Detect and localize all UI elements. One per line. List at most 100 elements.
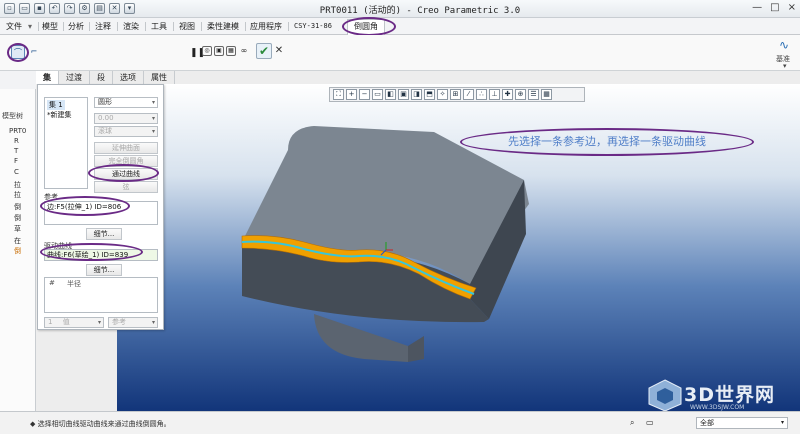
csys-display-icon[interactable]: ⊥ [489, 89, 500, 100]
layers-icon[interactable]: ☰ [528, 89, 539, 100]
boss-side-face [408, 336, 424, 362]
tree-row-csys[interactable]: C [14, 168, 19, 176]
no-preview-icon[interactable]: ◎ [202, 46, 212, 56]
ok-checkmark-icon[interactable]: ✔ [256, 43, 272, 59]
window-title: PRT0011 (活动的) - Creo Parametric 3.0 [319, 6, 521, 16]
datum-plane-display-icon[interactable]: ⊞ [450, 89, 461, 100]
tree-row-datum-right[interactable]: R [14, 137, 19, 145]
cube-logo-icon [648, 379, 682, 412]
tree-row-round-1[interactable]: 倒 [14, 202, 21, 212]
zoom-in-icon[interactable]: + [346, 89, 357, 100]
tab-options[interactable]: 选项 [113, 71, 144, 84]
reference-highlight [40, 196, 130, 216]
windows-icon[interactable]: ▤ [94, 3, 105, 14]
cancel-x-icon[interactable]: ✕ [274, 45, 284, 57]
chevron-down-icon: ▾ [151, 319, 155, 326]
minimize-button[interactable]: — [752, 2, 762, 13]
menu-flexible-modeling[interactable]: 柔性建模 [207, 20, 239, 33]
perspective-icon[interactable]: ⬒ [424, 89, 435, 100]
zoom-out-icon[interactable]: − [359, 89, 370, 100]
radius-field[interactable]: 0.00 ▾ [94, 113, 158, 124]
menu-file[interactable]: 文件 [6, 20, 22, 33]
references-details-button[interactable]: 细节... [86, 228, 122, 240]
tab-pieces[interactable]: 段 [90, 71, 113, 84]
radius-table[interactable]: # 半径 [44, 277, 158, 313]
set-item-new[interactable]: *新建集 [47, 110, 72, 120]
display-style-icon[interactable]: ◨ [411, 89, 422, 100]
annotation-display-icon[interactable]: ✚ [502, 89, 513, 100]
datum-icon[interactable]: ∿ [776, 38, 792, 52]
menu-analysis[interactable]: 分析 [68, 20, 84, 33]
menu-bar: 文件 ▾ 模型 分析 注释 渲染 工具 视图 柔性建模 应用程序 CSY-31-… [0, 18, 800, 35]
close-window-icon[interactable]: ✕ [109, 3, 120, 14]
menu-render[interactable]: 渲染 [123, 20, 139, 33]
redo-icon[interactable]: ↷ [64, 3, 75, 14]
verify-icon[interactable]: ∞ [238, 46, 250, 56]
tree-row-sketch[interactable]: 草 [14, 224, 21, 234]
geometry-preview-icon[interactable]: ▦ [226, 46, 236, 56]
menu-applications[interactable]: 应用程序 [250, 20, 282, 33]
maximize-button[interactable]: □ [770, 2, 779, 13]
menu-model[interactable]: 模型 [42, 20, 58, 33]
datum-dropdown-icon[interactable]: ▾ [783, 62, 787, 70]
chevron-down-icon: ▾ [151, 115, 155, 122]
tab-transitions[interactable]: 过渡 [59, 71, 90, 84]
model-display-icon[interactable]: ▦ [541, 89, 552, 100]
save-icon[interactable]: ▪ [34, 3, 45, 14]
view-toolbar: ⛶ + − ▭ ◧ ▣ ◨ ⬒ ✧ ⊞ ⁄ ∴ ⊥ ✚ ⊕ ☰ ▦ [329, 87, 585, 102]
datum-axis-display-icon[interactable]: ⁄ [463, 89, 474, 100]
find-icon[interactable]: ⌕ [630, 418, 634, 428]
undo-icon[interactable]: ↶ [49, 3, 60, 14]
point-display-icon[interactable]: ∴ [476, 89, 487, 100]
driving-curve-details-button[interactable]: 细节... [86, 264, 122, 276]
selection-icon[interactable]: ▭ [646, 418, 654, 427]
tree-row-datum-front[interactable]: F [14, 157, 18, 165]
set-list[interactable]: 集 1 *新建集 [44, 97, 88, 189]
ribbon: ⌒ ⌐ ❚❚ ◎ ▣ ▦ ∞ ✔ ✕ ∿ 基准 ▾ [0, 35, 800, 71]
spin-center-icon[interactable]: ⊕ [515, 89, 526, 100]
shape-select[interactable]: 圆形 ▾ [94, 97, 158, 108]
radius-type-select[interactable]: 1 值 ▾ [44, 317, 104, 328]
open-icon[interactable]: ▭ [19, 3, 30, 14]
view-manager-icon[interactable]: ✧ [437, 89, 448, 100]
radius-reference-select[interactable]: 参考 ▾ [108, 317, 158, 328]
selection-filter[interactable]: 全部 ▾ [696, 417, 788, 429]
saved-views-icon[interactable]: ▣ [398, 89, 409, 100]
tree-row-root[interactable]: PRT0 [9, 127, 26, 135]
menu-tools[interactable]: 工具 [151, 20, 167, 33]
transition-mode-icon[interactable]: ⌐ [27, 45, 41, 59]
menu-separator [145, 22, 146, 31]
refit-icon[interactable]: ⛶ [333, 89, 344, 100]
tab-properties[interactable]: 属性 [144, 71, 175, 84]
attach-preview-icon[interactable]: ▣ [214, 46, 224, 56]
menu-separator [63, 22, 64, 31]
method-select[interactable]: 滚球 ▾ [94, 126, 158, 137]
tree-row-extrude-1[interactable]: 拉 [14, 180, 21, 190]
menu-separator [201, 22, 202, 31]
tree-row-round-2[interactable]: 倒 [14, 213, 21, 223]
tree-row-round-active[interactable]: 倒 [14, 246, 21, 256]
chordal-button[interactable]: 弦 [94, 181, 158, 193]
menu-separator [89, 22, 90, 31]
regenerate-icon[interactable]: ⚙ [79, 3, 90, 14]
tab-sets[interactable]: 集 [36, 71, 59, 84]
menu-csy[interactable]: CSY-31-86 [294, 20, 332, 33]
customize-icon[interactable]: ▾ [124, 3, 135, 14]
reorient-icon[interactable]: ◧ [385, 89, 396, 100]
set-item-1[interactable]: 集 1 [47, 100, 65, 110]
boss-front-face [314, 314, 408, 362]
tree-row-insert-here[interactable]: 在 [14, 236, 21, 246]
extend-surfaces-button[interactable]: 延伸曲面 [94, 142, 158, 154]
window-controls: — □ × [752, 2, 796, 13]
tree-row-extrude-2[interactable]: 拉 [14, 190, 21, 200]
menu-file-arrow: ▾ [28, 22, 33, 31]
menu-annotate[interactable]: 注释 [95, 20, 111, 33]
menu-view[interactable]: 视图 [179, 20, 195, 33]
tree-row-datum-top[interactable]: T [14, 147, 18, 155]
new-icon[interactable]: ▫ [4, 3, 15, 14]
pause-icon[interactable]: ❚❚ [190, 46, 205, 58]
close-button[interactable]: × [788, 2, 796, 13]
repaint-icon[interactable]: ▭ [372, 89, 383, 100]
radius-table-header-index: # [49, 279, 55, 287]
watermark-url: WWW.3DSJW.COM [690, 404, 745, 411]
